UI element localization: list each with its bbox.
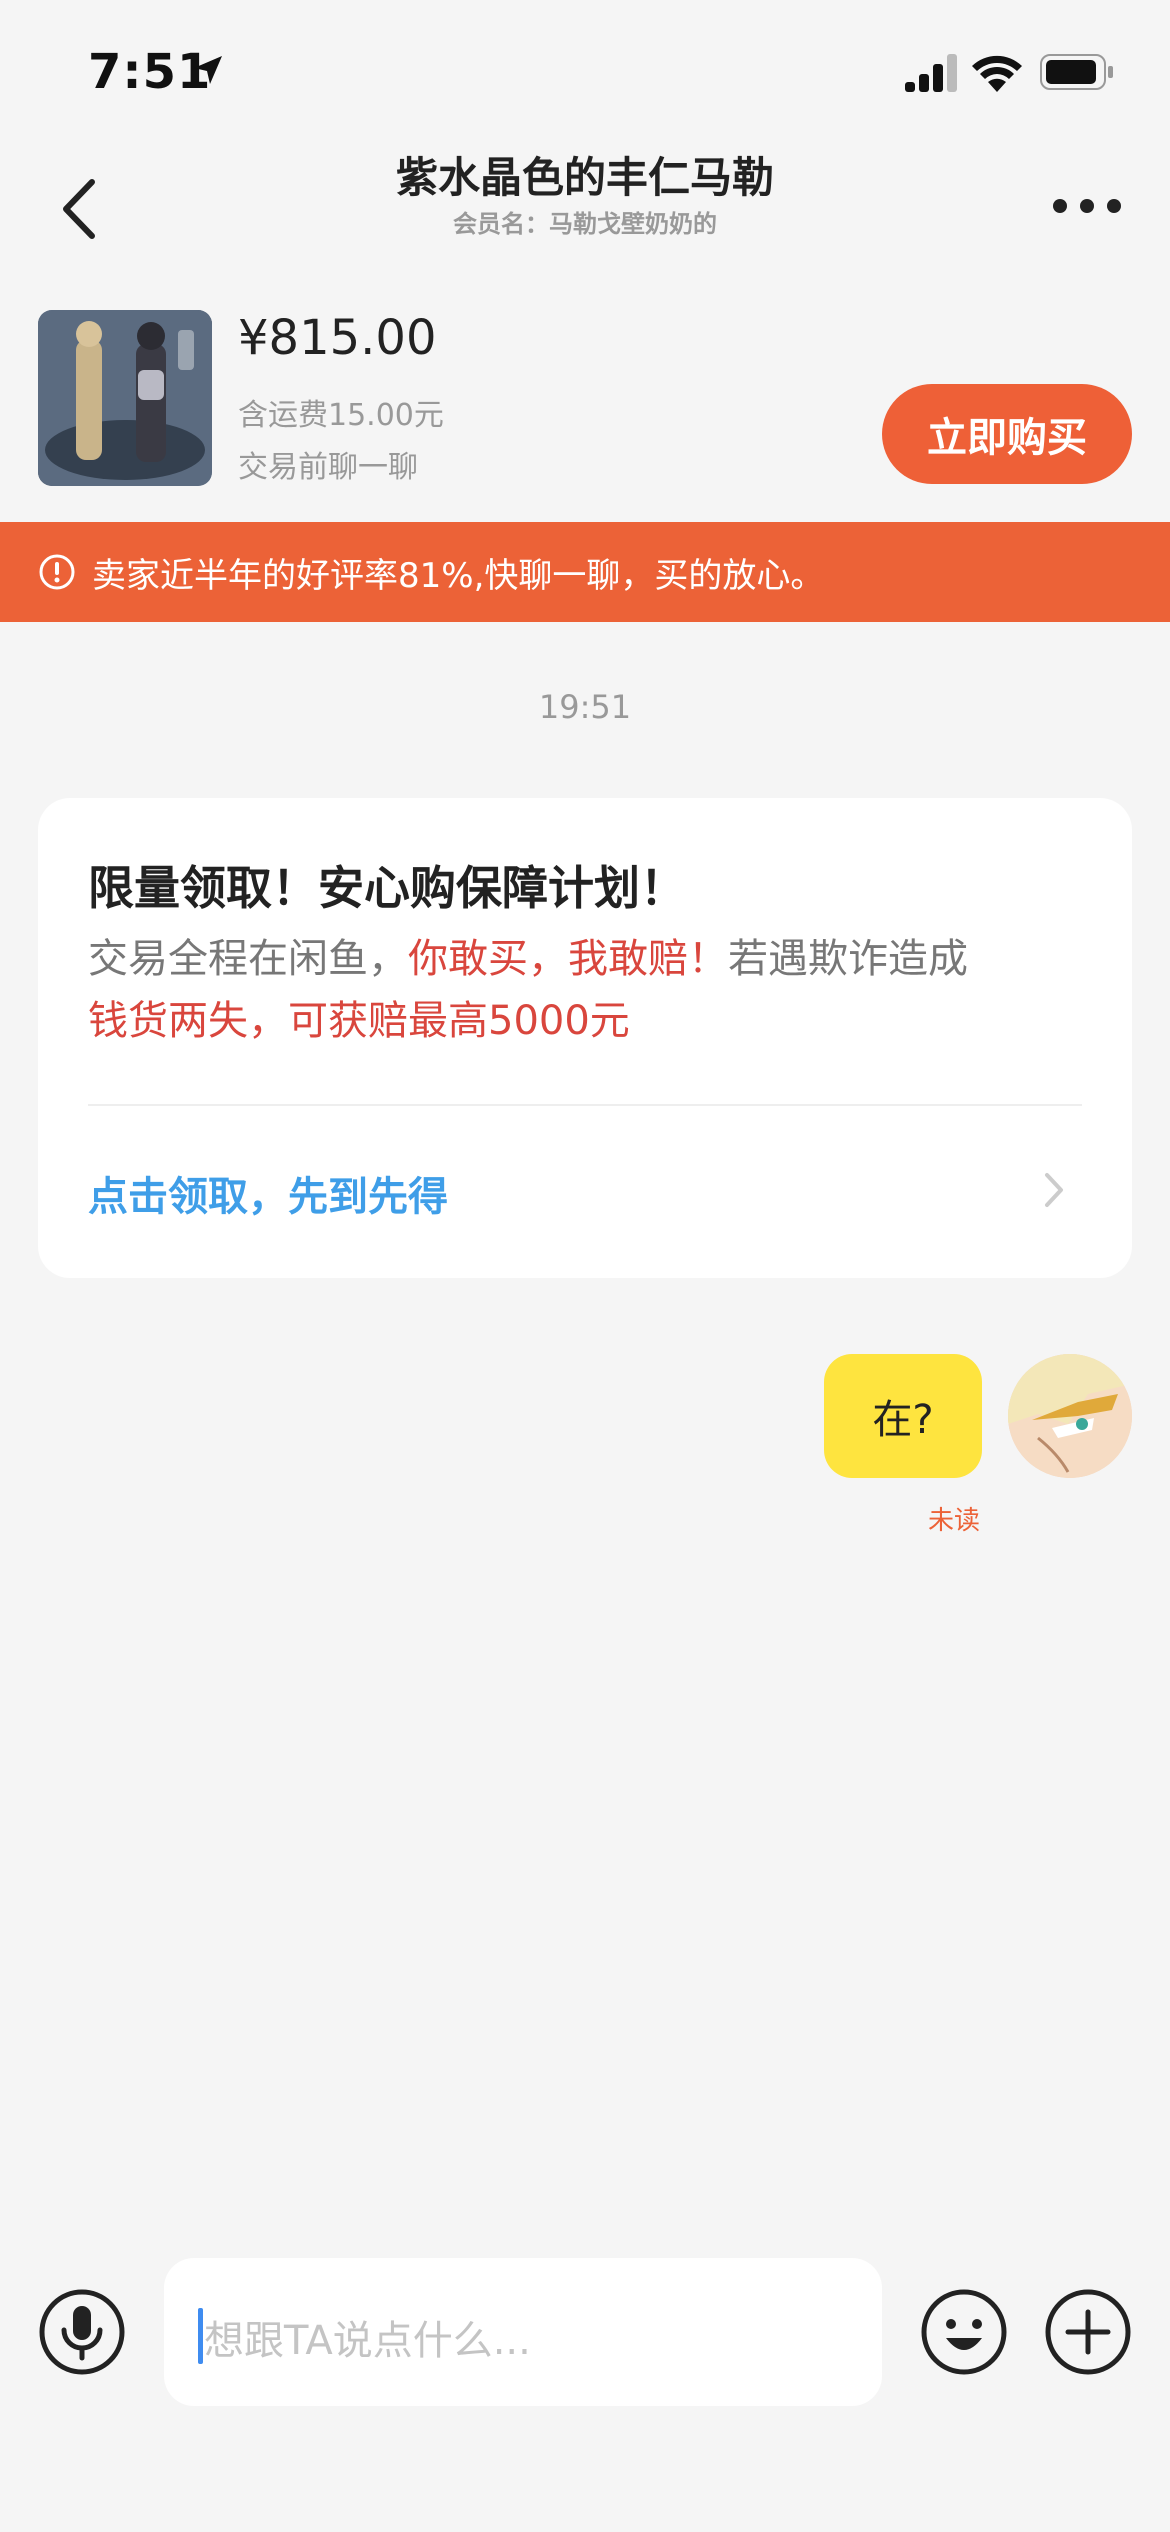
status-bar: 7:51 (0, 0, 1170, 150)
battery-icon (1040, 54, 1113, 90)
message-bubble[interactable]: 在? (824, 1354, 982, 1478)
card-divider (88, 1104, 1082, 1106)
alert-circle-icon (39, 554, 75, 590)
chat-hint: 交易前聊一聊 (238, 450, 418, 485)
text-caret (198, 2308, 203, 2364)
protection-plan-card[interactable]: 限量领取！安心购保障计划！ 交易全程在闲鱼，你敢买，我敢赔！若遇欺诈造成钱货两失… (38, 798, 1132, 1278)
member-name: 会员名：马勒戈壁奶奶的 (453, 210, 717, 238)
card-body-highlight: 你敢买，我敢赔！ (408, 936, 728, 982)
input-placeholder: 想跟TA说点什么... (204, 2318, 531, 2364)
input-bar: 想跟TA说点什么... (0, 2240, 1170, 2420)
chat-header: 紫水晶色的丰仁马勒 会员名：马勒戈壁奶奶的 (0, 140, 1170, 270)
product-summary[interactable]: ¥815.00 含运费15.00元 交易前聊一聊 立即购买 (0, 308, 1170, 508)
page-title: 紫水晶色的丰仁马勒 (395, 153, 774, 202)
shipping-fee: 含运费15.00元 (238, 398, 444, 433)
chat-timestamp: 19:51 (538, 688, 632, 726)
card-title: 限量领取！安心购保障计划！ (88, 861, 686, 915)
card-body-text: 若遇欺诈造成 (728, 936, 968, 982)
signal-icon (905, 54, 957, 92)
message-input[interactable]: 想跟TA说点什么... (164, 2258, 882, 2406)
product-price: ¥815.00 (238, 310, 437, 366)
plus-icon[interactable] (1044, 2288, 1132, 2376)
claim-link[interactable]: 点击领取，先到先得 (88, 1164, 448, 1222)
location-arrow-icon (194, 56, 222, 84)
unread-status: 未读 (928, 1506, 981, 1536)
emoji-icon[interactable] (920, 2288, 1008, 2376)
card-body-text: 交易全程在闲鱼， (88, 936, 408, 982)
microphone-icon[interactable] (38, 2288, 126, 2376)
card-body: 交易全程在闲鱼，你敢买，我敢赔！若遇欺诈造成钱货两失，可获赔最高5000元 (88, 928, 1088, 1052)
seller-rating-banner: 卖家近半年的好评率81%,快聊一聊，买的放心。 (0, 522, 1170, 622)
product-thumbnail[interactable] (38, 310, 212, 486)
wifi-icon (972, 55, 1022, 92)
card-body-highlight: 钱货两失，可获赔最高5000元 (88, 998, 630, 1044)
banner-text: 卖家近半年的好评率81%,快聊一聊，买的放心。 (92, 555, 825, 596)
buy-now-button[interactable]: 立即购买 (882, 384, 1132, 484)
more-dots-icon[interactable] (1052, 196, 1122, 216)
avatar[interactable] (1008, 1354, 1132, 1478)
chevron-right-icon (1045, 1173, 1063, 1207)
